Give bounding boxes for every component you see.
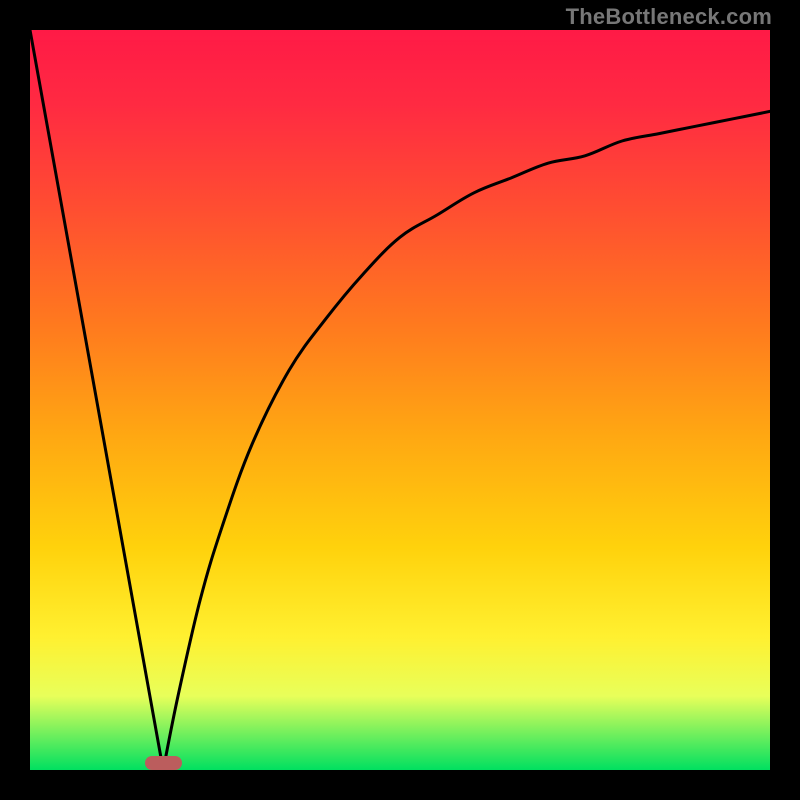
bottleneck-curve: [30, 30, 770, 770]
chart-frame: TheBottleneck.com: [0, 0, 800, 800]
plot-area: [30, 30, 770, 770]
optimum-marker: [145, 756, 182, 770]
watermark-label: TheBottleneck.com: [566, 4, 772, 30]
